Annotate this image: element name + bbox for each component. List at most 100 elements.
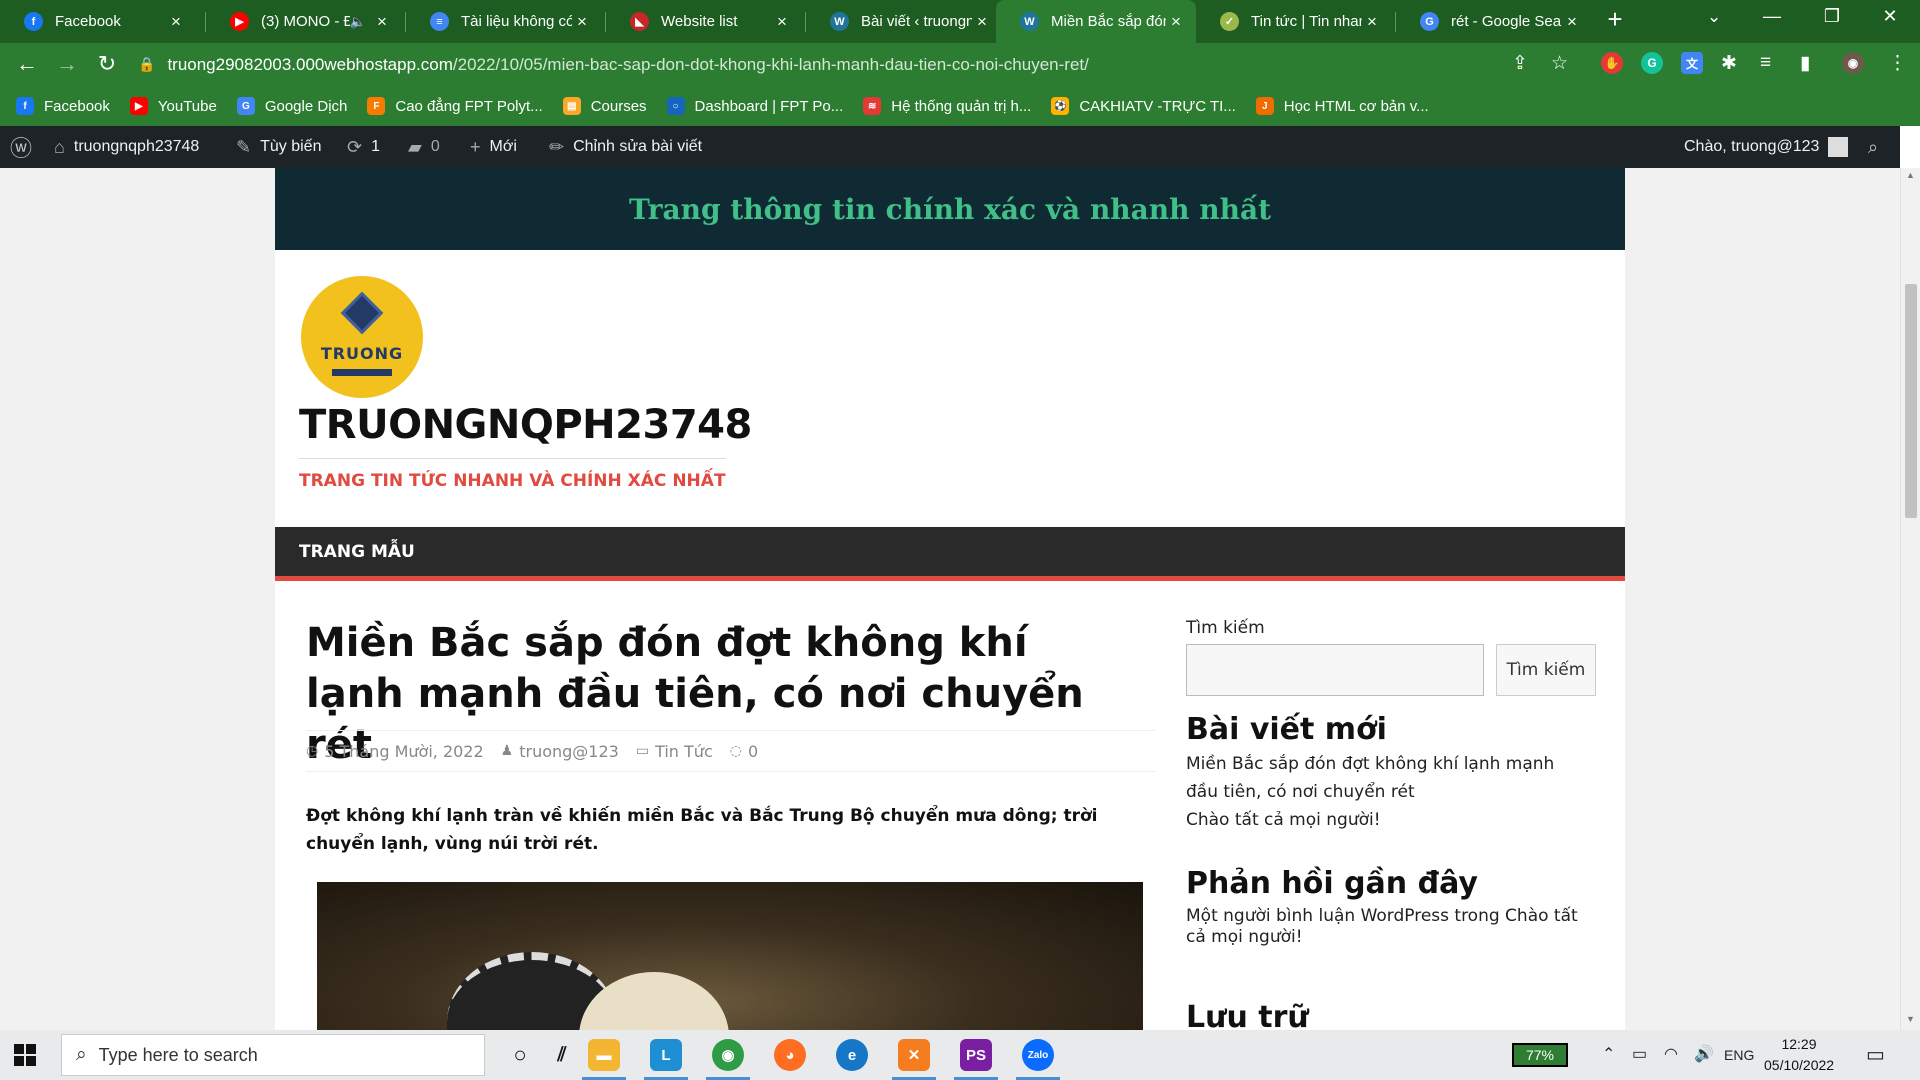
search-button[interactable]: Tìm kiếm: [1496, 644, 1596, 696]
bookmark-item[interactable]: F Cao đẳng FPT Polyt...: [367, 97, 543, 115]
forward-button[interactable]: →: [52, 51, 82, 77]
tray-chevron-icon[interactable]: ⌃: [1602, 1044, 1615, 1064]
post-date[interactable]: ◷ 5 Tháng Mười, 2022: [306, 742, 484, 761]
close-tab-icon[interactable]: ×: [772, 12, 792, 32]
tab-search-chevron-icon[interactable]: ⌄: [1707, 7, 1721, 27]
volume-icon[interactable]: 🔊: [1694, 1044, 1714, 1064]
bookmark-item[interactable]: ○ Dashboard | FPT Po...: [666, 97, 843, 115]
bookmark-item[interactable]: G Google Dịch: [236, 97, 347, 115]
reload-button[interactable]: ↻: [92, 51, 122, 77]
page-scrollbar[interactable]: ▲ ▼: [1900, 168, 1920, 1030]
search-input[interactable]: [1186, 644, 1484, 696]
l-app-icon[interactable]: L: [644, 1039, 688, 1080]
media-control-icon[interactable]: ≡: [1760, 52, 1771, 74]
task-view-icon[interactable]: ⫽: [546, 1039, 578, 1071]
browser-tab[interactable]: ◣ Website list ×: [606, 0, 802, 43]
phpstorm-icon[interactable]: PS: [954, 1039, 998, 1080]
tab-audio-icon[interactable]: 🔈: [350, 14, 366, 30]
browser-tab[interactable]: f Facebook ×: [0, 0, 196, 43]
extension-hand-icon[interactable]: ✋: [1601, 52, 1623, 74]
post-comments[interactable]: ◌ 0: [730, 742, 758, 761]
close-tab-icon[interactable]: ×: [1562, 12, 1582, 32]
scroll-down-arrow-icon[interactable]: ▼: [1906, 1014, 1915, 1024]
edge-icon[interactable]: e: [836, 1039, 868, 1071]
side-panel-icon[interactable]: ▮: [1800, 52, 1810, 75]
wordpress-logo-icon[interactable]: ⓦ: [10, 126, 41, 168]
zalo-icon[interactable]: Zalo: [1016, 1039, 1060, 1080]
grammarly-icon[interactable]: G: [1641, 52, 1663, 74]
new-tab-button[interactable]: +: [1598, 4, 1632, 35]
browser-tab-title: Facebook: [55, 13, 121, 30]
cortana-icon[interactable]: ○: [504, 1039, 536, 1071]
recent-post-link[interactable]: Miền Bắc sắp đón đợt không khí lạnh mạnh…: [1186, 750, 1586, 806]
browser-tab[interactable]: W Bài viết ‹ truongn ×: [806, 0, 1002, 43]
firefox-icon[interactable]: ◕: [774, 1039, 806, 1071]
minimize-button[interactable]: —: [1752, 6, 1792, 27]
translate-icon[interactable]: 文: [1681, 52, 1703, 74]
sidebar: Tìm kiếm Tìm kiếm Bài viết mới Miền Bắc …: [1186, 618, 1596, 1030]
site-logo[interactable]: TRUONG: [301, 276, 423, 398]
close-tab-icon[interactable]: ×: [1362, 12, 1382, 32]
battery-indicator[interactable]: 77%: [1512, 1043, 1568, 1067]
bookmark-icon: ▤: [562, 97, 581, 115]
profile-avatar[interactable]: ◉: [1842, 52, 1864, 74]
scrollbar-thumb[interactable]: [1905, 284, 1917, 518]
browser-tab-title: Bài viết ‹ truongn: [861, 13, 972, 30]
browser-tab[interactable]: W Miền Bắc sắp đón ×: [996, 0, 1196, 43]
chrome-icon[interactable]: ◉: [706, 1039, 750, 1080]
browser-tab[interactable]: Grét - Google Search×: [1396, 0, 1592, 43]
browser-tab[interactable]: ✓ Tin tức | Tin nhan ×: [1196, 0, 1392, 43]
account-menu[interactable]: Chào, truong@123: [1684, 126, 1849, 168]
file-explorer-icon[interactable]: ▬: [582, 1039, 626, 1080]
address-bar[interactable]: 🔒 truong29082003.000webhostapp.com/2022/…: [138, 48, 1580, 81]
browser-tab[interactable]: ▶ (3) MONO - Đ 🔈 ×: [206, 0, 402, 43]
updates-link[interactable]: ⟳ 1: [347, 126, 380, 168]
bookmark-star-icon[interactable]: ☆: [1551, 52, 1568, 75]
recent-comment-link[interactable]: Một người bình luận WordPress trong Chào…: [1186, 906, 1586, 948]
bookmark-icon: F: [367, 97, 386, 115]
close-window-button[interactable]: ✕: [1870, 6, 1910, 27]
admin-search-icon[interactable]: ⌕: [1868, 126, 1887, 168]
bookmark-icon: ▶: [129, 97, 148, 115]
menu-kebab-icon[interactable]: ⋮: [1888, 52, 1907, 75]
clock[interactable]: 12:29 05/10/2022: [1764, 1034, 1834, 1076]
close-tab-icon[interactable]: ×: [572, 12, 592, 32]
bookmark-icon: f: [16, 97, 34, 115]
bookmark-item[interactable]: ⚽ CAKHIATV -TRỰC TI...: [1051, 97, 1236, 115]
edit-post-link[interactable]: ✏ Chỉnh sửa bài viết: [549, 126, 702, 168]
scroll-up-arrow-icon[interactable]: ▲: [1906, 170, 1915, 180]
xampp-icon[interactable]: ✕: [892, 1039, 936, 1080]
bookmark-item[interactable]: ≋ Hệ thống quản trị h...: [863, 97, 1031, 115]
recent-post-link[interactable]: Chào tất cả mọi người!: [1186, 806, 1586, 834]
browser-tab[interactable]: ≡ Tài liệu không có ×: [406, 0, 602, 43]
bookmark-item[interactable]: ▶ YouTube: [129, 97, 217, 115]
admin-site-link[interactable]: ⌂ truongnqph23748: [54, 126, 199, 168]
bookmark-item[interactable]: f Facebook: [16, 97, 110, 115]
wifi-icon[interactable]: ◠: [1664, 1044, 1678, 1064]
article: Miền Bắc sắp đón đợt không khí lạnh mạnh…: [306, 618, 1156, 1030]
post-category[interactable]: ▭ Tin Tức: [636, 742, 713, 761]
brush-icon: ✎: [236, 136, 252, 157]
restore-button[interactable]: ❐: [1812, 6, 1852, 27]
bookmark-item[interactable]: ▤ Courses: [562, 97, 647, 115]
comments-link[interactable]: ▰ 0: [408, 126, 440, 168]
new-content-link[interactable]: + Mới: [470, 126, 517, 168]
back-button[interactable]: ←: [12, 51, 42, 77]
share-icon[interactable]: ⇪: [1512, 52, 1528, 75]
battery-icon[interactable]: ▭: [1632, 1044, 1647, 1064]
language-indicator[interactable]: ENG: [1724, 1047, 1754, 1063]
close-tab-icon[interactable]: ×: [372, 12, 392, 32]
windows-start-icon[interactable]: [14, 1044, 36, 1066]
bookmark-item[interactable]: J Học HTML cơ bản v...: [1255, 97, 1429, 115]
extensions-puzzle-icon[interactable]: ✱: [1721, 52, 1737, 75]
nav-item-sample-page[interactable]: TRANG MẪU: [299, 527, 415, 576]
notification-icon[interactable]: ▭: [1866, 1042, 1885, 1067]
facebook-icon: f: [24, 12, 43, 31]
post-author[interactable]: ♟ truong@123: [501, 742, 619, 761]
close-tab-icon[interactable]: ×: [972, 12, 992, 32]
site-title[interactable]: TRUONGNQPH23748: [299, 402, 752, 448]
customize-link[interactable]: ✎ Tùy biến: [236, 126, 321, 168]
close-tab-icon[interactable]: ×: [166, 12, 186, 32]
close-tab-icon[interactable]: ×: [1166, 12, 1186, 32]
taskbar-search-box[interactable]: ⌕ Type here to search: [61, 1034, 485, 1076]
